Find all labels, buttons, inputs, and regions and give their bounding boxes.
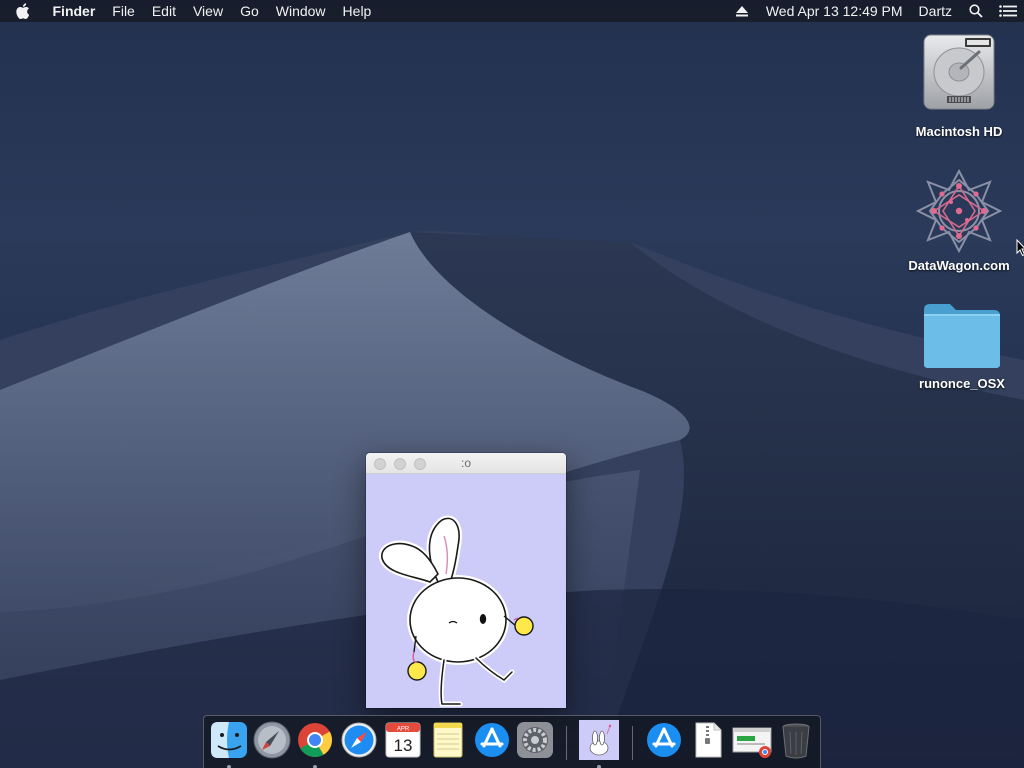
menubar-clock[interactable]: Wed Apr 13 12:49 PM [758, 0, 911, 22]
folder-icon [924, 304, 1000, 368]
menu-file[interactable]: File [104, 0, 144, 22]
menu-app-finder[interactable]: Finder [44, 0, 104, 22]
menu-view[interactable]: View [184, 0, 231, 22]
zip-file-icon [695, 722, 722, 758]
dock-item-launchpad[interactable] [252, 720, 292, 760]
dock-separator [632, 726, 633, 760]
mouse-cursor-icon [1016, 239, 1024, 257]
apple-icon [16, 3, 30, 19]
app-store-icon [475, 723, 509, 757]
desktop-icon-label: Macintosh HD [915, 124, 1003, 139]
bunny-app-icon [579, 720, 619, 760]
eject-icon [735, 5, 748, 16]
desktop-icon-macintosh-hd[interactable]: Macintosh HD [904, 32, 1014, 139]
eject-button[interactable] [726, 0, 758, 22]
dock-item-trash[interactable] [776, 720, 816, 760]
calendar-day: 13 [394, 736, 413, 755]
window-title: :o [460, 456, 471, 470]
bunny-app-window[interactable]: :o [366, 453, 566, 708]
calendar-icon: APR 13 [385, 722, 421, 758]
trash-icon [782, 723, 810, 759]
dock-item-finder[interactable] [209, 720, 249, 768]
dock-item-app-store[interactable] [472, 720, 512, 760]
menu-window[interactable]: Window [267, 0, 334, 22]
desktop-icon-datawagon[interactable]: DataWagon.com [904, 168, 1014, 273]
notes-icon [433, 722, 463, 758]
menu-help[interactable]: Help [334, 0, 380, 22]
finder-icon [211, 722, 247, 758]
window-titlebar[interactable]: :o [366, 453, 566, 474]
menu-edit[interactable]: Edit [143, 0, 184, 22]
dock-item-chrome-document[interactable] [731, 720, 772, 760]
safari-icon [341, 722, 377, 758]
dock-item-zip-file[interactable] [688, 720, 728, 760]
dock-item-bunny-app[interactable] [579, 720, 619, 768]
chrome-document-icon [732, 727, 772, 758]
dock: APR 13 [203, 715, 821, 768]
bunny-character-image [378, 515, 534, 707]
calendar-month: APR [397, 727, 410, 733]
chrome-icon [298, 723, 332, 757]
notification-center-button[interactable] [992, 0, 1024, 22]
dock-item-safari[interactable] [339, 720, 379, 760]
desktop-icon-label: DataWagon.com [908, 258, 1010, 273]
desktop-icon-label: runonce_OSX [919, 376, 1005, 391]
apple-menu-button[interactable] [16, 3, 44, 19]
dock-item-applications-stack[interactable] [644, 720, 684, 760]
dock-separator [566, 726, 567, 760]
menubar-user[interactable]: Dartz [911, 0, 960, 22]
menu-go[interactable]: Go [232, 0, 268, 22]
launchpad-icon [253, 721, 291, 759]
dock-item-notes[interactable] [428, 720, 468, 760]
system-preferences-icon [517, 722, 553, 758]
spotlight-button[interactable] [960, 0, 992, 22]
desktop-icon-runonce-osx[interactable]: runonce_OSX [907, 300, 1017, 391]
applications-stack-icon [647, 723, 681, 757]
notification-center-icon [999, 5, 1017, 17]
hard-drive-icon [923, 34, 995, 110]
spotlight-search-icon [969, 4, 983, 18]
datawagon-logo-icon [916, 168, 1002, 254]
dock-item-calendar[interactable]: APR 13 [383, 720, 423, 760]
dock-item-system-preferences[interactable] [515, 720, 555, 760]
menu-bar: Finder File Edit View Go Window Help Wed… [0, 0, 1024, 22]
dock-item-chrome[interactable] [295, 720, 335, 768]
